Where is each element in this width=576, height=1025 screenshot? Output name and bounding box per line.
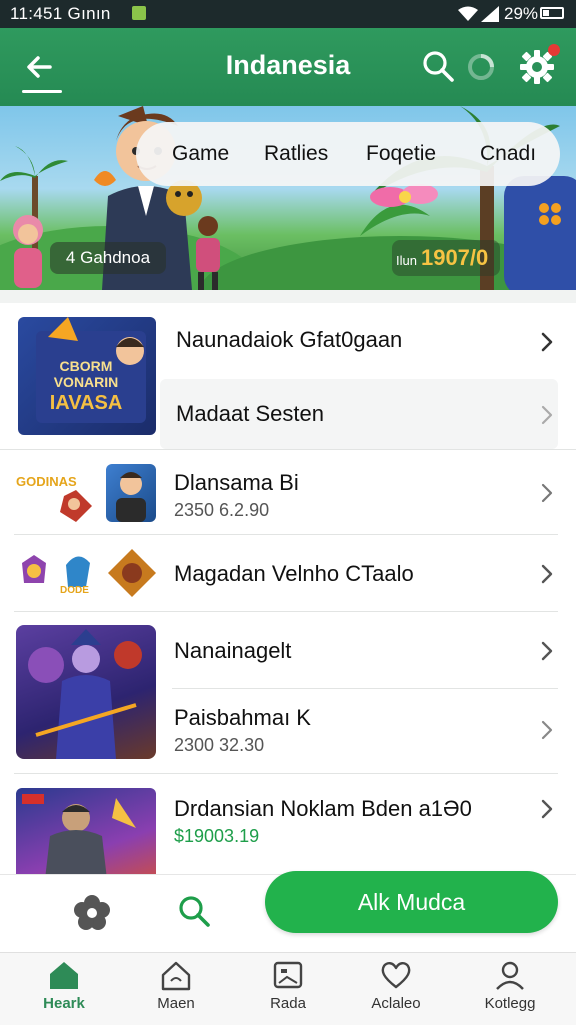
chevron-right-icon (541, 564, 553, 584)
game-title: Paisbahmaı K (174, 705, 311, 730)
status-time: 11:451 Gının (10, 4, 111, 23)
nav-label: Maen (157, 995, 195, 1012)
heart-icon (381, 962, 411, 989)
search-icon[interactable] (420, 48, 456, 84)
score-prefix: Ilun (396, 253, 417, 268)
svg-text:GODINAS: GODINAS (16, 474, 77, 489)
status-bar: 11:451 Gının 29% (0, 0, 576, 28)
chevron-right-icon (541, 332, 553, 352)
list-item[interactable]: Nanainagelt (0, 612, 576, 688)
nav-label: Aclaleo (371, 995, 421, 1012)
game-list: CBORM VONARIN IAVASA Naunadaiok Gfat0gaa… (0, 303, 576, 888)
game-price: $19003.19 (174, 826, 260, 846)
nav-item-home[interactable]: Heark (14, 959, 114, 1012)
chevron-right-icon (541, 405, 553, 425)
chevron-right-icon (541, 641, 553, 661)
list-item[interactable]: Drdansian Noklam Bden a1Ə0 $19003.19 (0, 774, 576, 888)
nav-item-profile[interactable]: Kotlegg (460, 959, 560, 1012)
nav-label: Heark (43, 995, 85, 1012)
profile-icon (496, 961, 524, 990)
knight-art (22, 794, 136, 888)
nav-label: Kotlegg (484, 995, 536, 1012)
back-underline (22, 90, 62, 93)
logo-art: GODINAS (16, 474, 92, 522)
list-item[interactable]: Paisbahmaı K 2300 32.30 (0, 689, 576, 773)
banner-score-chip: Ilun 1907/0 (392, 240, 500, 276)
search-icon[interactable] (176, 893, 212, 929)
game-thumbnail (16, 788, 156, 888)
chevron-right-icon (541, 799, 553, 819)
chevron-right-icon (541, 483, 553, 503)
app-bar: Indanesia (0, 28, 576, 106)
primary-action-button[interactable]: Alk Mudca (265, 871, 558, 933)
loading-icon (468, 54, 494, 80)
game-title: Magadan Velnho CTaalo (174, 561, 414, 586)
game-title: Drdansian Noklam Bden a1Ə0 (174, 796, 472, 821)
list-item[interactable]: GODINAS Dlansama Bi 2350 6.2.90 (0, 450, 576, 534)
game-thumbnail (106, 464, 156, 522)
category-tabs: Game Ratlies Foqetie Cnadı (136, 122, 560, 186)
battery-percent: 29% (504, 4, 539, 23)
game-meta: 2300 32.30 (174, 735, 265, 755)
orange-leaves (94, 171, 116, 186)
game-title: Dlansama Bi (174, 470, 299, 495)
nav-item-aclaleo[interactable]: Aclaleo (346, 959, 446, 1012)
banner-count-chip: 4 Gahdnoa (50, 242, 166, 274)
action-bar: Alk Mudca (0, 871, 576, 953)
svg-text:DODE: DODE (60, 585, 89, 596)
tab-cnadi[interactable]: Cnadı (480, 142, 536, 166)
battery-icon (540, 7, 564, 19)
game-icons: DODE (22, 549, 156, 597)
flower-icon[interactable] (72, 893, 112, 933)
game-title: Madaat Sesten (176, 401, 324, 426)
home-icon (50, 962, 78, 989)
game-meta: 2350 6.2.90 (174, 500, 270, 520)
signal-icon (481, 6, 499, 22)
list-item[interactable]: Madaat Sesten (0, 379, 576, 449)
bottom-navigation: Heark Maen Rada Aclaleo Kotlegg (0, 952, 576, 1025)
tab-foqetie[interactable]: Foqetie (366, 142, 436, 166)
nav-label: Rada (270, 995, 306, 1012)
chevron-right-icon (541, 720, 553, 740)
notification-badge (548, 44, 560, 56)
photo-frame-icon (273, 961, 303, 989)
score-value: 1907/0 (420, 245, 489, 270)
tab-ratlies[interactable]: Ratlies (264, 142, 328, 166)
game-thumbnail: GODINAS (14, 460, 104, 524)
list-item[interactable]: DODE Magadan Velnho CTaalo (0, 535, 576, 611)
tab-game[interactable]: Game (172, 142, 229, 166)
svg-text:CBORM: CBORM (60, 358, 113, 374)
wifi-icon (458, 6, 478, 21)
nav-item-rada[interactable]: Rada (238, 959, 338, 1012)
home-outline-icon (161, 961, 191, 991)
girl-character (13, 215, 43, 288)
game-title: Nanainagelt (174, 638, 292, 663)
small-character (196, 216, 220, 290)
notification-icon (132, 6, 146, 20)
nav-item-maen[interactable]: Maen (126, 959, 226, 1012)
game-title: Naunadaiok Gfat0gaan (176, 327, 403, 352)
hero-banner[interactable]: Game Ratlies Foqetie Cnadı 4 Gahdnoa Ilu… (0, 106, 576, 290)
